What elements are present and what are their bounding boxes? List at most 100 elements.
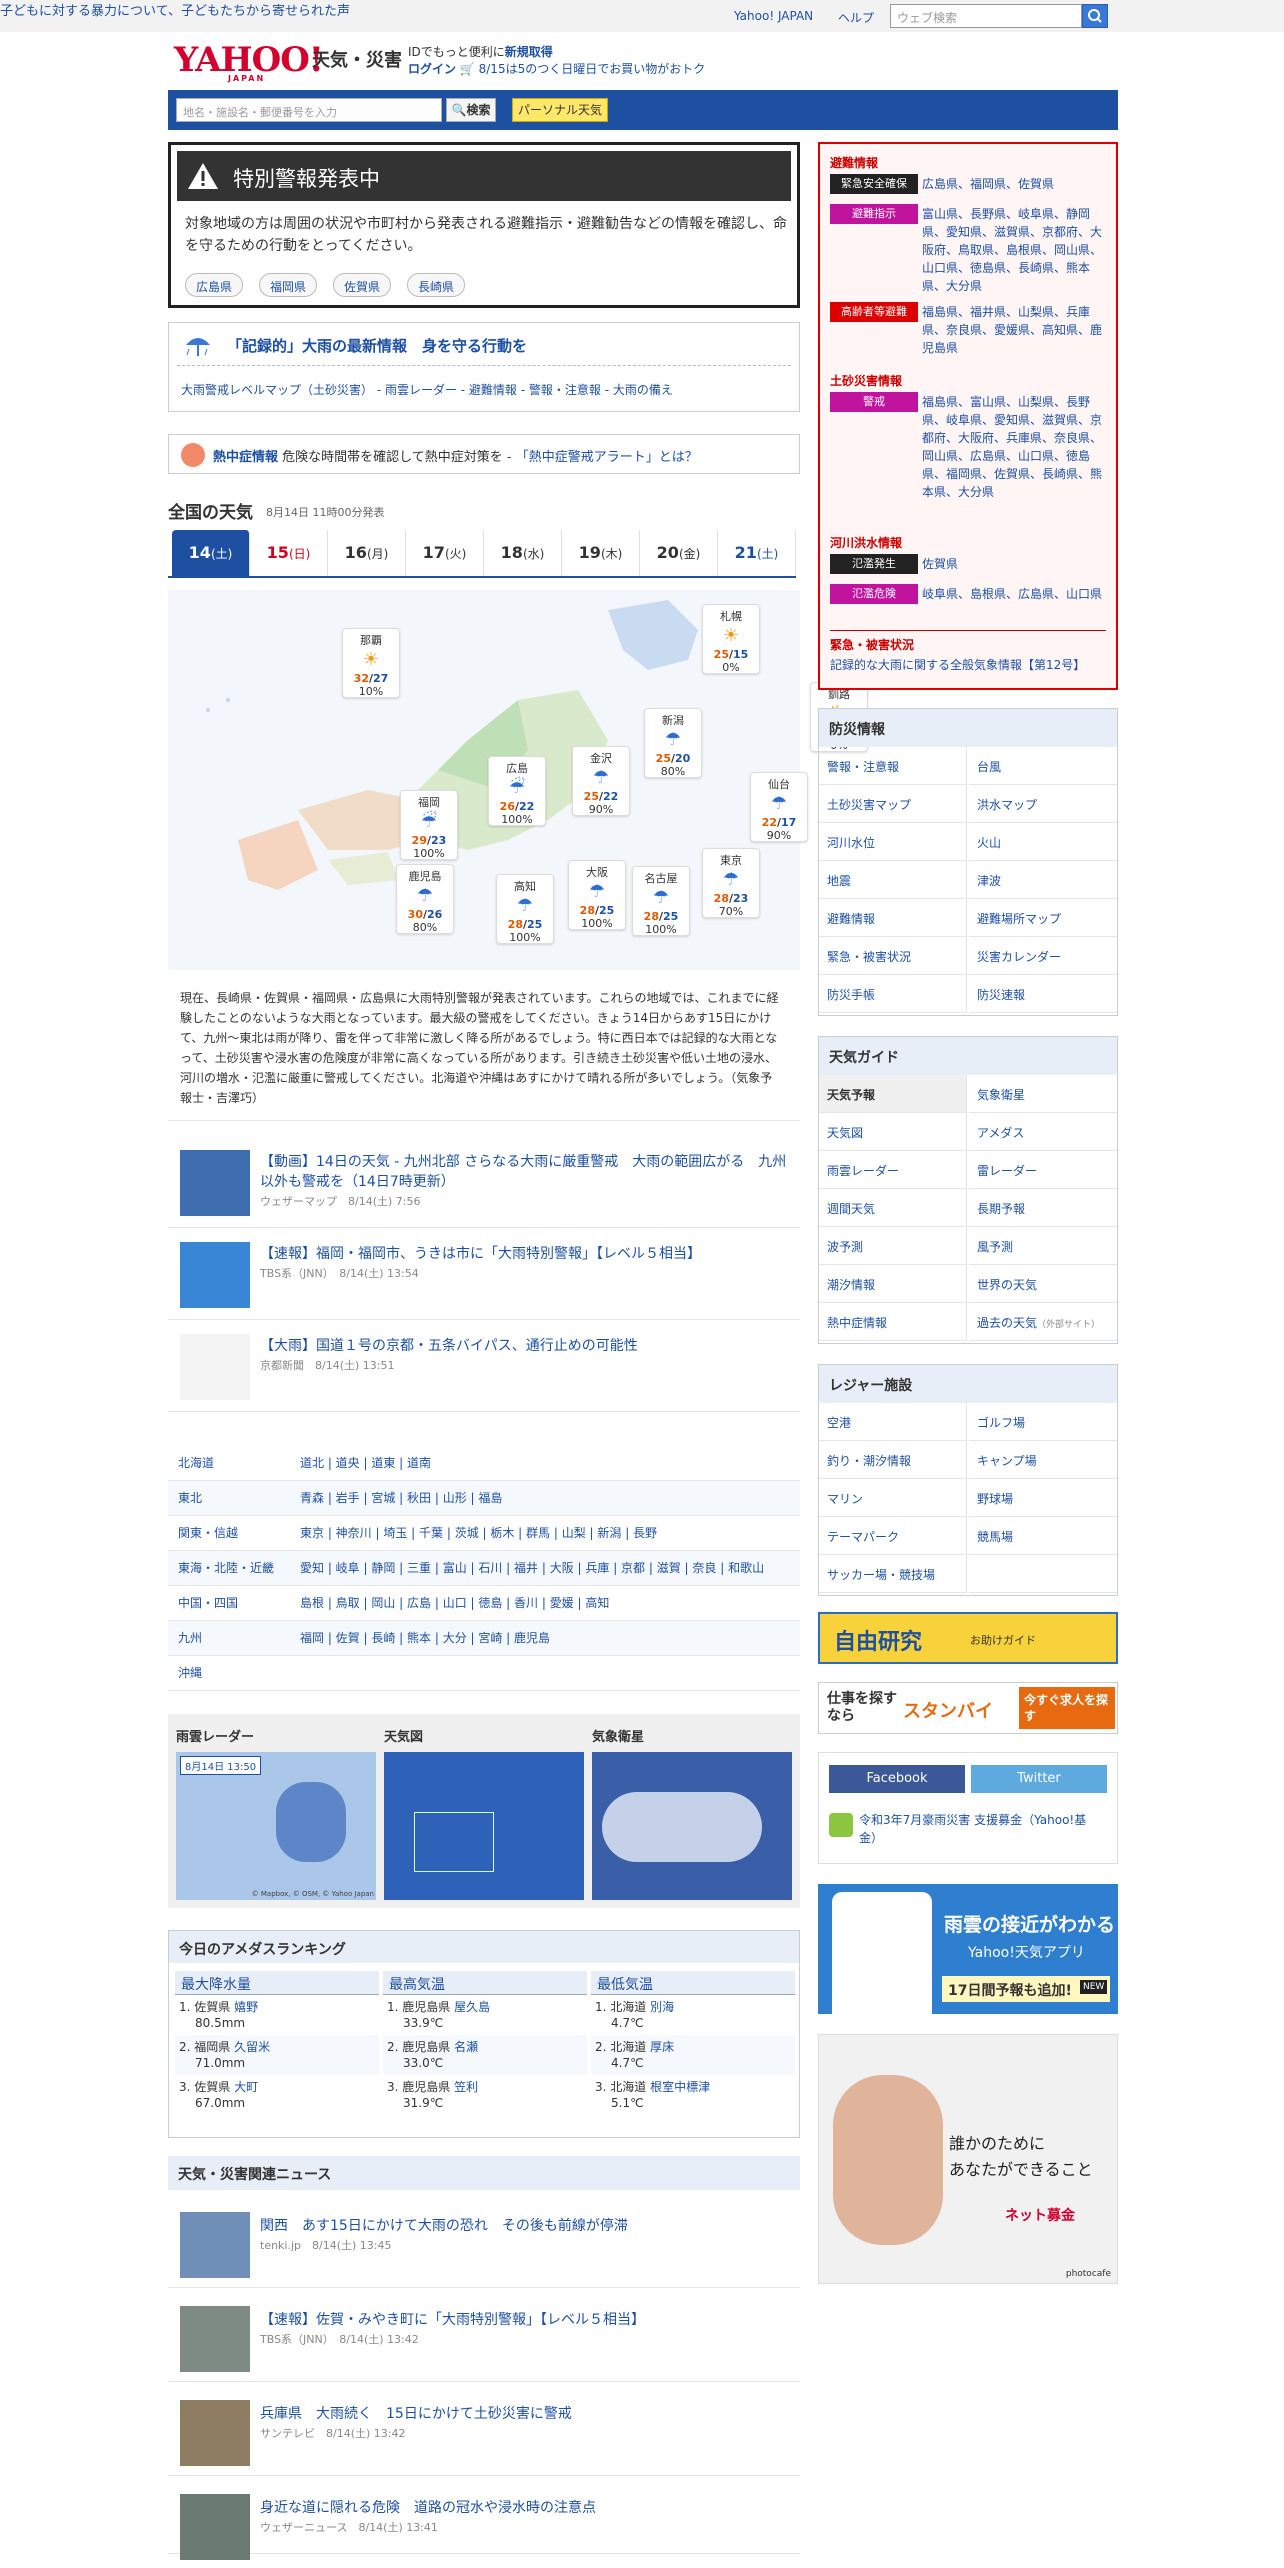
city-card[interactable]: 大阪 ☂ 28/25 100% xyxy=(568,860,626,930)
station-link[interactable]: 久留米 xyxy=(234,2040,270,2054)
city-card[interactable]: 札幌 ☀ 25/15 0% xyxy=(702,604,760,674)
guide-link[interactable]: 世界の天気 xyxy=(969,1265,1117,1303)
heavy-rain-links[interactable]: 大雨警戒レベルマップ（土砂災害） - 雨雲レーダー - 避難情報 - 警報・注意… xyxy=(181,381,673,398)
kids-research-banner[interactable]: 自由研究 お助けガイド xyxy=(818,1612,1118,1664)
region-name[interactable]: 沖縄 xyxy=(178,1656,202,1690)
tab-day-14[interactable]: 14(土) xyxy=(172,530,250,576)
news-item[interactable]: 【動画】14日の天気 - 九州北部 さらなる大雨に厳重警戒 大雨の範囲広がる 九… xyxy=(168,1136,800,1228)
news-item[interactable]: 【速報】福岡・福岡市、うきは市に「大雨特別警報」【レベル５相当】 TBS系（JNN… xyxy=(168,1228,800,1320)
guide-link[interactable]: 警報・注意報 xyxy=(819,747,967,785)
station-link[interactable]: 厚床 xyxy=(650,2040,674,2054)
news-item[interactable]: 身近な道に隠れる危険 道路の冠水や浸水時の注意点 ウェザーニュース 8/14(土)… xyxy=(168,2478,800,2560)
tab-day-19[interactable]: 19(木) xyxy=(562,530,640,576)
heatstroke-link[interactable]: 熱中症情報 xyxy=(213,450,278,465)
tab-day-17[interactable]: 17(火) xyxy=(406,530,484,576)
city-card[interactable]: 高知 ☂ 28/25 100% xyxy=(496,874,554,944)
guide-link[interactable]: 熱中症情報 xyxy=(819,1303,967,1341)
facebook-button[interactable]: Facebook xyxy=(829,1765,965,1793)
guide-link[interactable]: 週間天気 xyxy=(819,1189,967,1227)
station-link[interactable]: 別海 xyxy=(650,2000,674,2014)
guide-link[interactable]: 防災手帳 xyxy=(819,975,967,1013)
alert-prefs-link[interactable]: 佐賀県 xyxy=(922,555,1108,573)
guide-link[interactable]: マリン xyxy=(819,1479,967,1517)
pref-pill-nagasaki[interactable]: 長崎県 xyxy=(407,273,466,297)
news-title[interactable]: 【大雨】国道１号の京都・五条バイパス、通行止めの可能性 xyxy=(260,1338,638,1354)
region-name[interactable]: 東北 xyxy=(178,1481,202,1515)
tab-day-20[interactable]: 20(金) xyxy=(640,530,718,576)
city-card[interactable]: 東京 ☂ 28/23 70% xyxy=(702,848,760,918)
news-title[interactable]: 【速報】佐賀・みやき町に「大雨特別警報」【レベル５相当】 xyxy=(260,2312,645,2328)
news-item[interactable]: 兵庫県 大雨続く 15日にかけて土砂災害に警戒 サンテレビ 8/14(土) 13:… xyxy=(168,2384,800,2476)
guide-link[interactable]: 避難情報 xyxy=(819,899,967,937)
help-link[interactable]: ヘルプ xyxy=(838,9,874,26)
alert-prefs-link[interactable]: 福島県、福井県、山梨県、兵庫県、奈良県、愛媛県、高知県、鹿児島県 xyxy=(922,303,1108,357)
guide-link[interactable]: 天気予報 xyxy=(819,1075,967,1113)
promo-link[interactable]: 8/15は5のつく日曜日でお買い物がおトク xyxy=(479,62,706,76)
city-card[interactable]: 那覇 ☀ 32/27 10% xyxy=(342,628,400,698)
donation-link[interactable]: 令和3年7月豪雨災害 支援募金（Yahoo!基金） xyxy=(859,1811,1099,1847)
region-name[interactable]: 北海道 xyxy=(178,1446,214,1480)
weather-chart-image[interactable] xyxy=(384,1752,584,1900)
guide-link[interactable]: 津波 xyxy=(969,861,1117,899)
city-card[interactable]: 仙台 ☂ 22/17 90% xyxy=(750,772,808,842)
tab-day-15[interactable]: 15(日) xyxy=(250,530,328,576)
donation-banner[interactable]: 誰かのために あなたができること ネット募金 photocafe xyxy=(818,2034,1118,2284)
alert-prefs-link[interactable]: 福島県、富山県、山梨県、長野県、岐阜県、愛知県、滋賀県、京都府、大阪府、兵庫県、… xyxy=(922,393,1108,501)
login-link[interactable]: ログイン xyxy=(408,62,456,76)
region-name[interactable]: 九州 xyxy=(178,1621,202,1655)
region-prefs[interactable]: 愛知 | 岐阜 | 静岡 | 三重 | 富山 | 石川 | 福井 | 大阪 | … xyxy=(300,1551,764,1585)
news-title[interactable]: 【動画】14日の天気 - 九州北部 さらなる大雨に厳重警戒 大雨の範囲広がる 九… xyxy=(260,1154,786,1190)
yahoo-japan-link[interactable]: Yahoo! JAPAN xyxy=(734,9,813,23)
satellite-image[interactable] xyxy=(592,1752,792,1900)
emergency-info-link[interactable]: 記録的な大雨に関する全般気象情報【第12号】 xyxy=(830,656,1110,674)
region-prefs[interactable]: 青森 | 岩手 | 宮城 | 秋田 | 山形 | 福島 xyxy=(300,1481,502,1515)
station-link[interactable]: 笠利 xyxy=(454,2080,478,2094)
guide-link[interactable]: 気象衛星 xyxy=(969,1075,1117,1113)
guide-link[interactable]: アメダス xyxy=(969,1113,1117,1151)
guide-link[interactable]: 防災速報 xyxy=(969,975,1117,1013)
guide-link[interactable]: 釣り・潮汐情報 xyxy=(819,1441,967,1479)
city-card[interactable]: 福岡 ☔ 29/23 100% xyxy=(400,790,458,860)
guide-link[interactable]: 災害カレンダー xyxy=(969,937,1117,975)
station-link[interactable]: 大町 xyxy=(234,2080,258,2094)
news-item[interactable]: 【大雨】国道１号の京都・五条バイパス、通行止めの可能性 京都新聞 8/14(土) … xyxy=(168,1320,800,1412)
tab-day-18[interactable]: 18(水) xyxy=(484,530,562,576)
region-prefs[interactable]: 東京 | 神奈川 | 埼玉 | 千葉 | 茨城 | 栃木 | 群馬 | 山梨 |… xyxy=(300,1516,657,1550)
guide-link[interactable]: 風予測 xyxy=(969,1227,1117,1265)
alert-prefs-link[interactable]: 広島県、福岡県、佐賀県 xyxy=(922,175,1108,193)
twitter-button[interactable]: Twitter xyxy=(971,1765,1107,1793)
guide-link[interactable]: 空港 xyxy=(819,1403,967,1441)
guide-link[interactable]: 潮汐情報 xyxy=(819,1265,967,1303)
tab-day-21[interactable]: 21(土) xyxy=(718,530,796,576)
guide-link[interactable]: キャンプ場 xyxy=(969,1441,1117,1479)
city-card[interactable]: 広島 ☔ 26/22 100% xyxy=(488,756,546,826)
guide-link[interactable]: テーマパーク xyxy=(819,1517,967,1555)
region-name[interactable]: 中国・四国 xyxy=(178,1586,238,1620)
station-link[interactable]: 屋久島 xyxy=(454,2000,490,2014)
region-prefs[interactable]: 島根 | 鳥取 | 岡山 | 広島 | 山口 | 徳島 | 香川 | 愛媛 | … xyxy=(300,1586,609,1620)
news-title[interactable]: 兵庫県 大雨続く 15日にかけて土砂災害に警戒 xyxy=(260,2406,572,2422)
guide-link[interactable] xyxy=(969,1555,1117,1593)
web-search-input[interactable]: ウェブ検索 xyxy=(890,4,1082,28)
weather-app-banner[interactable]: 雨雲の接近がわかる Yahoo!天気アプリ 17日間予報も追加! NEW xyxy=(818,1884,1118,2014)
guide-link[interactable]: 長期予報 xyxy=(969,1189,1117,1227)
guide-link[interactable]: 雷レーダー xyxy=(969,1151,1117,1189)
guide-link[interactable]: 緊急・被害状況 xyxy=(819,937,967,975)
tab-day-16[interactable]: 16(月) xyxy=(328,530,406,576)
guide-link[interactable]: 波予測 xyxy=(819,1227,967,1265)
job-banner[interactable]: 仕事を探すなら スタンバイ 今すぐ求人を探す xyxy=(818,1682,1118,1734)
guide-link[interactable]: サッカー場・競技場 xyxy=(819,1555,967,1593)
radar-image[interactable]: 8月14日 13:50 © Mapbox, © OSM, © Yahoo Jap… xyxy=(176,1752,376,1900)
news-item[interactable]: 【速報】佐賀・みやき町に「大雨特別警報」【レベル５相当】 TBS系（JNN） 8/… xyxy=(168,2290,800,2382)
alert-prefs-link[interactable]: 富山県、長野県、岐阜県、静岡県、愛知県、滋賀県、京都府、大阪府、鳥取県、島根県、… xyxy=(922,205,1108,295)
pref-pill-fukuoka[interactable]: 福岡県 xyxy=(259,273,318,297)
guide-link[interactable]: 天気図 xyxy=(819,1113,967,1151)
region-prefs[interactable]: 道北 | 道央 | 道東 | 道南 xyxy=(300,1446,431,1480)
station-link[interactable]: 名瀬 xyxy=(454,2040,478,2054)
city-card[interactable]: 新潟 ☂ 25/20 80% xyxy=(644,708,702,778)
personal-weather-button[interactable]: パーソナル天気 xyxy=(512,98,608,122)
news-item[interactable]: 関西 あす15日にかけて大雨の恐れ その後も前線が停滞 tenki.jp 8/14… xyxy=(168,2196,800,2288)
guide-link[interactable]: ゴルフ場 xyxy=(969,1403,1117,1441)
guide-link[interactable]: 競馬場 xyxy=(969,1517,1117,1555)
guide-link[interactable]: 台風 xyxy=(969,747,1117,785)
